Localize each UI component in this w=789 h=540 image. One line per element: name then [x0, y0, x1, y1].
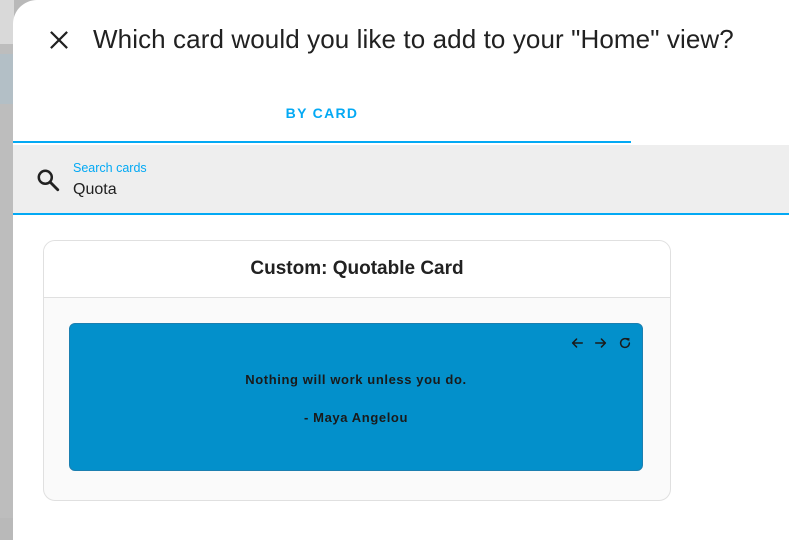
search-input[interactable]	[73, 179, 573, 201]
background-page	[0, 0, 14, 518]
refresh-quote-button[interactable]	[614, 334, 636, 352]
background-header	[0, 0, 14, 44]
arrow-right-icon	[595, 338, 607, 348]
close-icon	[50, 31, 68, 49]
tab-active-indicator	[13, 141, 631, 143]
tab-by-card[interactable]: BY CARD	[13, 90, 631, 144]
card-option-quotable[interactable]: Custom: Quotable Card Nothing will work …	[43, 240, 671, 501]
quote-author: - Maya Angelou	[304, 410, 408, 425]
search-field[interactable]: Search cards	[13, 145, 789, 215]
previous-quote-button[interactable]	[566, 334, 588, 352]
search-icon	[37, 169, 60, 192]
card-preview: Nothing will work unless you do. - Maya …	[69, 323, 643, 471]
next-quote-button[interactable]	[590, 334, 612, 352]
search-label: Search cards	[73, 161, 147, 175]
card-title: Custom: Quotable Card	[44, 241, 670, 298]
tab-bar: BY CARD	[13, 90, 631, 144]
add-card-dialog: Which card would you like to add to your…	[13, 0, 789, 540]
refresh-icon	[619, 337, 631, 349]
quote-text: Nothing will work unless you do.	[245, 372, 467, 387]
close-button[interactable]	[41, 22, 77, 58]
preview-nav	[566, 334, 636, 352]
background-highlight	[0, 54, 14, 104]
arrow-left-icon	[571, 338, 583, 348]
dialog-title: Which card would you like to add to your…	[93, 24, 734, 54]
